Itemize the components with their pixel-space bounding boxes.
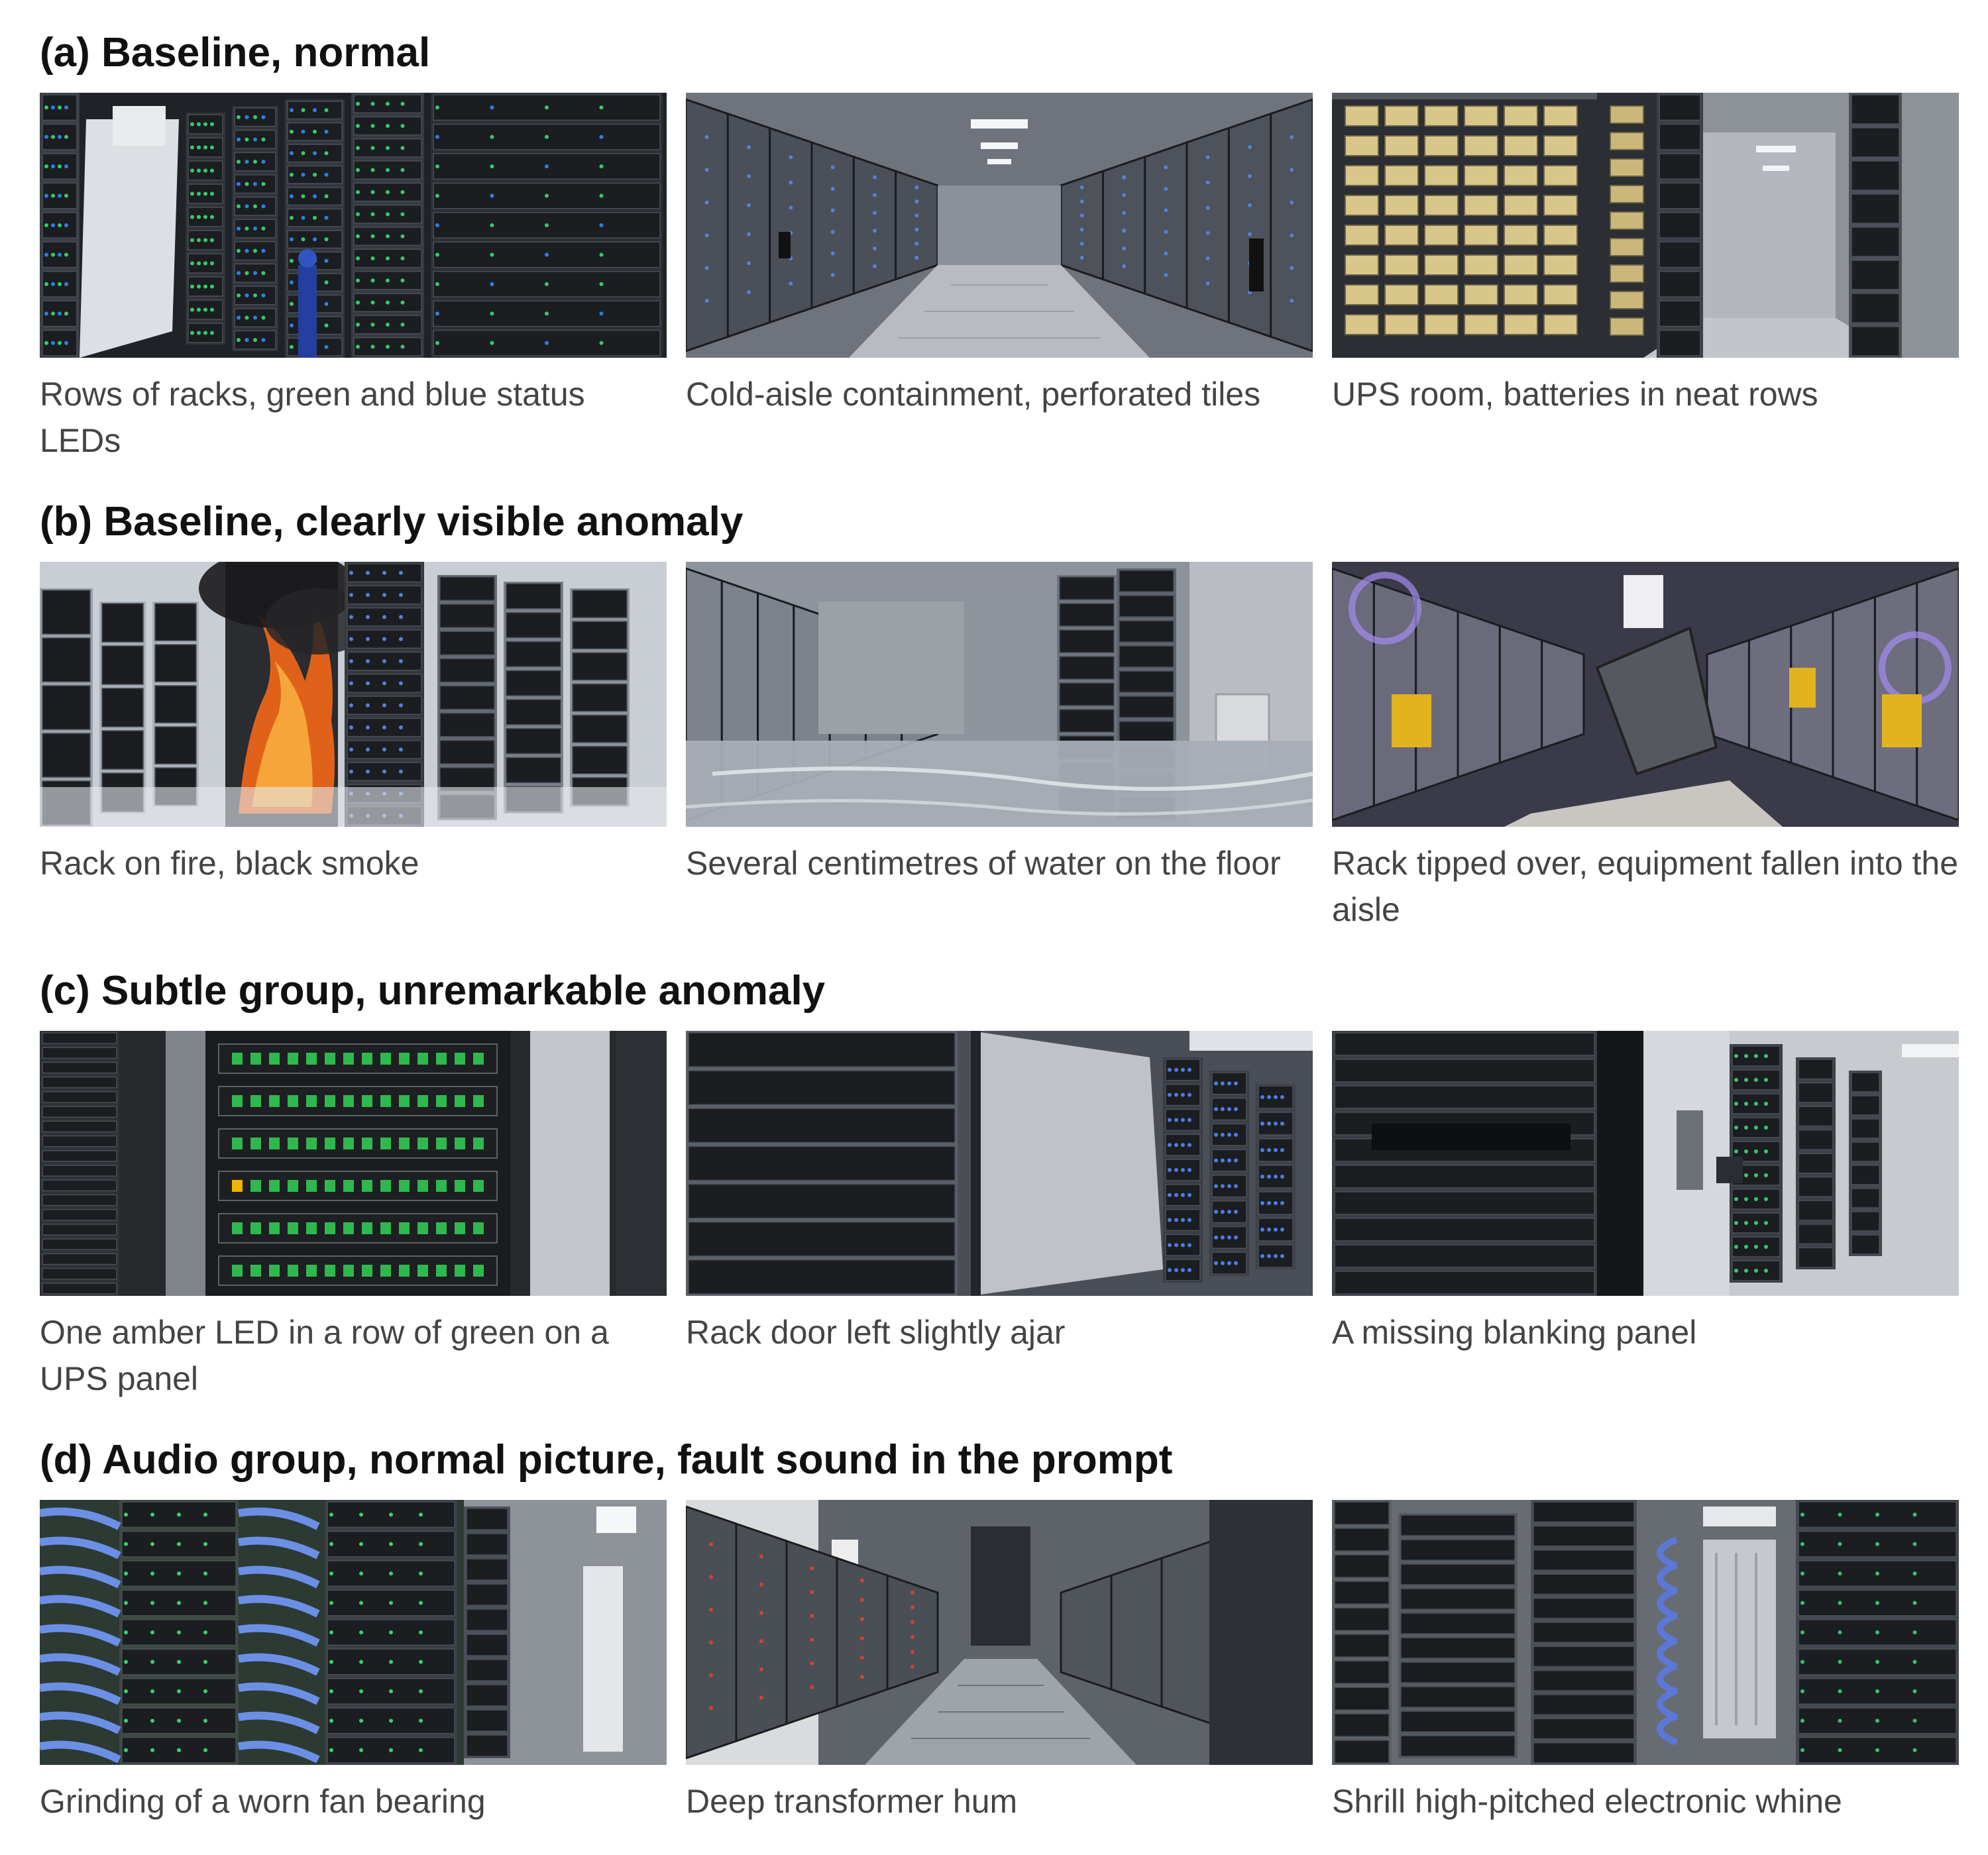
group-a: (a) Baseline, normal Rows of racks, gree… bbox=[40, 26, 1959, 459]
image-caption: One amber LED in a row of green on a UPS… bbox=[40, 1314, 609, 1397]
image-caption: Rack on fire, black smoke bbox=[40, 845, 419, 882]
image-caption: Several centimetres of water on the floo… bbox=[686, 845, 1281, 882]
group-title: (b) Baseline, clearly visible anomaly bbox=[40, 499, 744, 545]
blue-cables-image bbox=[40, 1500, 667, 1765]
group-title: (c) Subtle group, unremarkable anomaly bbox=[40, 968, 826, 1014]
missing-blank-image bbox=[1332, 1031, 1959, 1296]
figure-page: (a) Baseline, normal Rows of racks, gree… bbox=[0, 0, 1988, 1855]
group-b: (b) Baseline, clearly visible anomaly Ra… bbox=[40, 496, 1959, 928]
aisle-tiles-image bbox=[686, 1500, 1313, 1765]
image-caption: Deep transformer hum bbox=[686, 1783, 1018, 1820]
image-caption: Grinding of a worn fan bearing bbox=[40, 1783, 486, 1820]
image-caption: A missing blanking panel bbox=[1332, 1314, 1697, 1351]
image-caption: Cold-aisle containment, perforated tiles bbox=[686, 376, 1261, 413]
group-title: (a) Baseline, normal bbox=[40, 30, 431, 76]
image-row: Grinding of a worn fan bearing Deep tran… bbox=[40, 1500, 1959, 1820]
image-caption: Rack door left slightly ajar bbox=[686, 1314, 1066, 1351]
image-row: Rows of racks, green and blue status LED… bbox=[40, 93, 1959, 459]
image-caption: Rows of racks, green and blue status LED… bbox=[40, 376, 585, 459]
amber-led-image bbox=[40, 1031, 667, 1296]
cable-racks-image bbox=[1332, 1500, 1959, 1765]
image-caption: Shrill high-pitched electronic whine bbox=[1332, 1783, 1842, 1820]
image-caption: UPS room, batteries in neat rows bbox=[1332, 376, 1818, 413]
image-caption: Rack tipped over, equipment fallen into … bbox=[1332, 845, 1959, 928]
image-row: Rack on fire, black smoke Several centim… bbox=[40, 562, 1959, 928]
group-title: (d) Audio group, normal picture, fault s… bbox=[40, 1437, 1173, 1483]
tipped-rack-image bbox=[1332, 562, 1959, 827]
group-c: (c) Subtle group, unremarkable anomaly O… bbox=[40, 965, 1959, 1397]
group-d: (d) Audio group, normal picture, fault s… bbox=[40, 1434, 1959, 1820]
door-ajar-image bbox=[686, 1031, 1313, 1296]
rack-row-leds-image bbox=[40, 93, 667, 358]
image-row: One amber LED in a row of green on a UPS… bbox=[40, 1031, 1959, 1397]
cold-aisle-image bbox=[686, 93, 1313, 358]
ups-batteries-image bbox=[1332, 93, 1959, 358]
rack-fire-image bbox=[40, 562, 667, 827]
flooded-floor-image bbox=[686, 562, 1313, 827]
